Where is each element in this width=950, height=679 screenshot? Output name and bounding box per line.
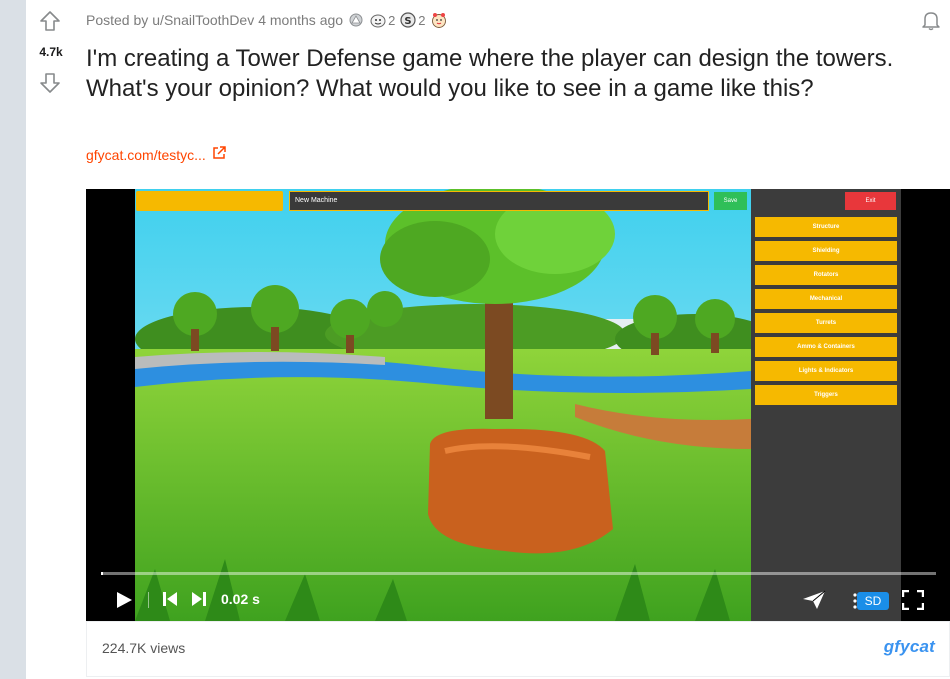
link-text: gfycat.com/testyc... [86,146,206,163]
external-link[interactable]: gfycat.com/testyc... [86,146,226,163]
video-footer: 224.7K views gfycat [86,621,950,677]
game-dropdown [136,191,283,211]
view-count: 224.7K views [102,640,186,656]
machine-name-field: New Machine [289,191,709,211]
gfycat-logo[interactable]: gfycat [884,637,935,657]
vote-column: 4.7k [26,0,76,679]
category-turrets: Turrets [755,313,897,333]
award-wholesome[interactable] [430,11,448,29]
post-age: 4 months ago [258,12,344,28]
video-progress-bar[interactable] [101,572,936,575]
page-background [0,0,26,679]
post-title[interactable]: I'm creating a Tower Defense game where … [86,44,926,104]
silver-award-icon [347,11,365,29]
award-helpful[interactable]: 2 [369,11,395,29]
award-silver[interactable] [347,11,365,29]
notification-bell-icon[interactable] [919,8,943,32]
s-coin-award-icon: S [399,11,417,29]
post-meta: Posted by u/SnailToothDev 4 months ago 2… [86,11,448,29]
category-mechanical: Mechanical [755,289,897,309]
award-count: 2 [418,12,426,28]
external-link-icon [212,146,226,163]
vote-score: 4.7k [39,45,63,59]
category-rotators: Rotators [755,265,897,285]
video-player[interactable]: New Machine Save Exit Structure Shieldin… [86,189,950,621]
category-triggers: Triggers [755,385,897,405]
control-divider [148,592,149,608]
video-progress-fill [101,572,103,575]
award-count: 2 [388,12,396,28]
fullscreen-icon[interactable] [902,590,924,610]
helpful-award-icon [369,11,387,29]
quality-badge[interactable]: SD [857,592,889,610]
category-ammo-containers: Ammo & Containers [755,337,897,357]
game-scene-image [135,189,751,621]
downvote-arrow-icon[interactable] [38,71,62,95]
video-time: 0.02 s [221,591,260,607]
category-structure: Structure [755,217,897,237]
skip-back-icon[interactable] [161,590,179,608]
upvote-arrow-icon[interactable] [38,9,62,33]
svg-text:S: S [405,16,412,27]
category-lights-indicators: Lights & Indicators [755,361,897,381]
game-save-button: Save [714,192,747,210]
category-shielding: Shielding [755,241,897,261]
share-send-icon[interactable] [802,590,826,610]
post-card: 4.7k Posted by u/SnailToothDev 4 months … [26,0,950,679]
posted-by-label: Posted by [86,12,149,28]
skip-forward-icon[interactable] [190,590,208,608]
wholesome-award-icon [430,11,448,29]
award-s-coin[interactable]: S 2 [399,11,426,29]
play-icon[interactable] [114,590,134,610]
game-exit-button: Exit [845,192,896,210]
author-link[interactable]: u/SnailToothDev [152,12,254,28]
